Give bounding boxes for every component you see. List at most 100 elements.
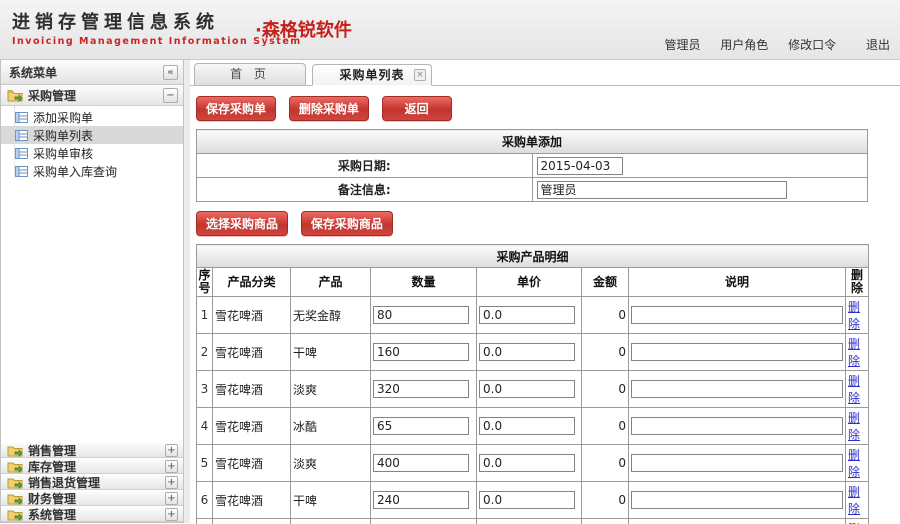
collapse-sidebar-button[interactable]: «	[163, 65, 178, 80]
amount-cell: 0	[582, 482, 629, 519]
col-delete: 删除	[846, 268, 869, 297]
save-products-button[interactable]: 保存采购商品	[301, 211, 393, 236]
tab-content: 保存采购单 删除采购单 返回 采购单添加 采购日期: 备注信息: 选择采购商品 …	[190, 86, 900, 524]
tab-home[interactable]: 首 页	[194, 63, 306, 85]
table-header-row: 序号 产品分类 产品 数量 单价 金额 说明 删除	[197, 268, 869, 297]
sidebar-panel-label: 销售退货管理	[28, 474, 100, 491]
expand-panel-icon[interactable]: +	[165, 492, 178, 505]
col-product: 产品	[291, 268, 371, 297]
qty-input[interactable]	[373, 343, 469, 361]
product-detail-table: 采购产品明细 序号 产品分类 产品 数量 单价 金额 说明 删除 1 雪花啤酒 …	[196, 244, 869, 524]
purchase-date-input[interactable]	[537, 157, 623, 175]
note-input[interactable]	[631, 491, 843, 509]
sidebar-panel-label: 销售管理	[28, 442, 76, 459]
table-title: 采购产品明细	[197, 245, 869, 268]
collapse-panel-icon[interactable]: −	[163, 88, 178, 103]
sidebar-panel-label: 财务管理	[28, 490, 76, 507]
product-cell: 无奖金醇	[291, 297, 371, 334]
sidebar-item-purchase-order-audit[interactable]: 采购单审核	[1, 144, 183, 162]
qty-input[interactable]	[373, 417, 469, 435]
category-cell: 雪花啤酒	[213, 297, 291, 334]
link-current-user[interactable]: 管理员	[664, 38, 700, 52]
link-user-role[interactable]: 用户角色	[720, 38, 768, 52]
expand-panel-icon[interactable]: +	[165, 460, 178, 473]
tab-purchase-order-list[interactable]: 采购单列表 ×	[312, 64, 432, 86]
back-button[interactable]: 返回	[382, 96, 452, 121]
order-toolbar: 保存采购单 删除采购单 返回	[196, 96, 900, 121]
amount-cell: 0	[582, 334, 629, 371]
delete-row-link[interactable]: 删除	[848, 300, 860, 331]
tab-label: 采购单列表	[339, 65, 404, 86]
note-input[interactable]	[631, 343, 843, 361]
sidebar-panel-purchase-header[interactable]: 采购管理 −	[1, 85, 183, 106]
sidebar-item-label: 采购单列表	[33, 127, 93, 144]
sidebar-panel-sales[interactable]: 销售管理 +	[1, 442, 183, 458]
expand-panel-icon[interactable]: +	[165, 508, 178, 521]
sidebar-item-purchase-order-list[interactable]: 采购单列表	[1, 126, 183, 144]
category-cell: 雪花啤酒	[213, 371, 291, 408]
sidebar-item-label: 采购单入库查询	[33, 163, 117, 180]
seq-cell: 2	[197, 334, 213, 371]
note-input[interactable]	[631, 380, 843, 398]
note-input[interactable]	[631, 306, 843, 324]
note-input[interactable]	[631, 454, 843, 472]
delete-row-link[interactable]: 删除	[848, 411, 860, 442]
qty-input[interactable]	[373, 491, 469, 509]
expand-panel-icon[interactable]: +	[165, 444, 178, 457]
price-input[interactable]	[479, 306, 575, 324]
seq-cell: 5	[197, 445, 213, 482]
sidebar-panel-sales-returns[interactable]: 销售退货管理 +	[1, 474, 183, 490]
delete-row-link[interactable]: 删除	[848, 448, 860, 479]
category-cell: 雪花啤酒	[213, 482, 291, 519]
save-purchase-order-button[interactable]: 保存采购单	[196, 96, 276, 121]
col-seq: 序号	[197, 268, 213, 297]
qty-input[interactable]	[373, 306, 469, 324]
remark-label: 备注信息:	[197, 178, 533, 202]
price-input[interactable]	[479, 454, 575, 472]
delete-purchase-order-button[interactable]: 删除采购单	[289, 96, 369, 121]
table-row: 5 雪花啤酒 淡爽 0 删除	[197, 445, 869, 482]
remark-input[interactable]	[537, 181, 787, 199]
select-products-button[interactable]: 选择采购商品	[196, 211, 288, 236]
app-header: 进销存管理信息系统 Invoicing Management Informati…	[0, 0, 900, 60]
folder-arrow-icon	[7, 492, 23, 505]
note-input[interactable]	[631, 417, 843, 435]
seq-cell: 7	[197, 519, 213, 524]
close-tab-icon[interactable]: ×	[414, 69, 426, 81]
link-logout[interactable]: 退出	[866, 38, 890, 52]
qty-input[interactable]	[373, 454, 469, 472]
col-category: 产品分类	[213, 268, 291, 297]
table-row: 7 雪花啤酒 雪花鲜啤 0 删除	[197, 519, 869, 524]
sidebar-panel-system[interactable]: 系统管理 +	[1, 506, 183, 522]
amount-cell: 0	[582, 445, 629, 482]
seq-cell: 1	[197, 297, 213, 334]
delete-row-link[interactable]: 删除	[848, 485, 860, 516]
qty-input[interactable]	[373, 380, 469, 398]
price-input[interactable]	[479, 491, 575, 509]
product-cell: 雪花鲜啤	[291, 519, 371, 524]
expand-panel-icon[interactable]: +	[165, 476, 178, 489]
product-cell: 冰酷	[291, 408, 371, 445]
table-row: 6 雪花啤酒 干啤 0 删除	[197, 482, 869, 519]
price-input[interactable]	[479, 343, 575, 361]
seq-cell: 3	[197, 371, 213, 408]
price-input[interactable]	[479, 380, 575, 398]
folder-arrow-icon	[7, 508, 23, 521]
list-icon	[15, 112, 28, 123]
sidebar-item-purchase-inbound-query[interactable]: 采购单入库查询	[1, 162, 183, 180]
category-cell: 雪花啤酒	[213, 445, 291, 482]
delete-row-link[interactable]: 删除	[848, 374, 860, 405]
sidebar-panel-inventory[interactable]: 库存管理 +	[1, 458, 183, 474]
price-input[interactable]	[479, 417, 575, 435]
sidebar-panel-finance[interactable]: 财务管理 +	[1, 490, 183, 506]
folder-arrow-icon	[7, 89, 23, 102]
folder-arrow-icon	[7, 460, 23, 473]
sidebar-panel-label: 采购管理	[28, 87, 76, 104]
link-change-password[interactable]: 修改口令	[788, 38, 836, 52]
product-cell: 干啤	[291, 482, 371, 519]
delete-row-link[interactable]: 删除	[848, 337, 860, 368]
sidebar-item-add-purchase-order[interactable]: 添加采购单	[1, 108, 183, 126]
brand-name: ·森格锐软件	[255, 16, 352, 42]
amount-cell: 0	[582, 519, 629, 524]
category-cell: 雪花啤酒	[213, 519, 291, 524]
